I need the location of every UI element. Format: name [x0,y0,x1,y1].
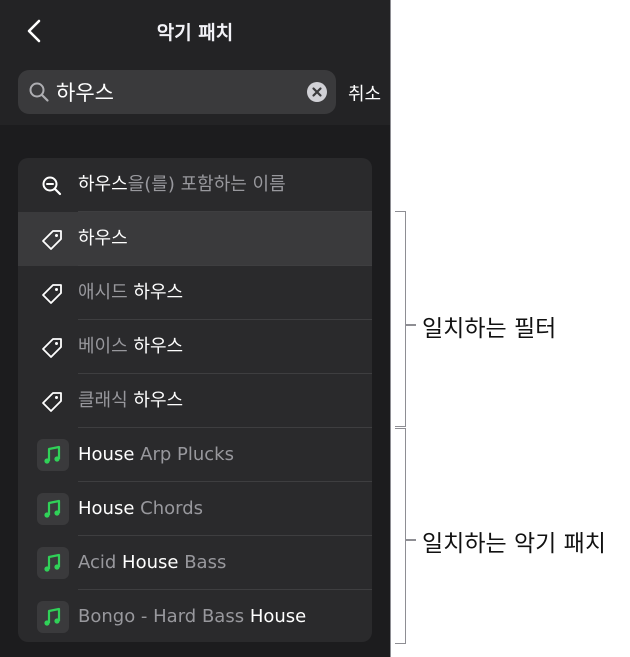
cancel-button[interactable]: 취소 [348,80,381,106]
panel-edge [390,0,391,657]
music-note-icon [37,547,69,579]
tag-icon [42,392,62,412]
instrument-patch-panel: 악기 패치 취소 하우스을(를) 포함하는 이름 [0,0,390,657]
music-note-icon [37,601,69,633]
list-item-label: House Arp Plucks [78,444,234,465]
search-results-list: 하우스을(를) 포함하는 이름 하우스 애시드 하우스 베이스 하우스 클래식 … [18,158,372,642]
list-item-filter[interactable]: 애시드 하우스 [18,266,372,320]
bracket-tick [406,324,416,326]
list-item-label: 하우스 [78,228,128,249]
annotation-filters: 일치하는 필터 [422,316,557,342]
list-item-label: 애시드 하우스 [78,282,184,303]
list-item-label: 베이스 하우스 [78,336,184,357]
tag-icon [42,284,62,304]
list-item-filter[interactable]: 클래식 하우스 [18,374,372,428]
list-item-filter[interactable]: 베이스 하우스 [18,320,372,374]
tag-icon [42,338,62,358]
music-note-icon [37,493,69,525]
list-item-patch[interactable]: Acid House Bass [18,536,372,590]
bracket-tick [406,539,416,541]
list-item-patch[interactable]: House Arp Plucks [18,428,372,482]
search-icon [29,82,49,102]
search-input[interactable] [56,70,296,114]
list-item-label: 클래식 하우스 [78,390,184,411]
search-zoom-icon [42,176,62,196]
list-item-filter[interactable]: 하우스 [18,212,372,266]
top-bar: 악기 패치 취소 [0,0,390,125]
bracket-patches [395,428,406,644]
list-item-name-contains[interactable]: 하우스을(를) 포함하는 이름 [18,158,372,212]
list-item-label: Acid House Bass [78,552,227,573]
list-item-patch[interactable]: House Chords [18,482,372,536]
bracket-filters [395,211,406,427]
clear-circle-icon[interactable] [307,82,327,102]
list-item-label: House Chords [78,498,204,519]
list-item-label: Bongo - Hard Bass House [78,606,307,627]
page-title: 악기 패치 [156,22,234,44]
list-item-patch[interactable]: Bongo - Hard Bass House [18,590,372,642]
music-note-icon [37,439,69,471]
annotation-patches: 일치하는 악기 패치 [422,531,606,557]
list-item-label: 하우스을(를) 포함하는 이름 [78,174,286,195]
search-field[interactable] [18,70,336,114]
tag-icon [42,230,62,250]
